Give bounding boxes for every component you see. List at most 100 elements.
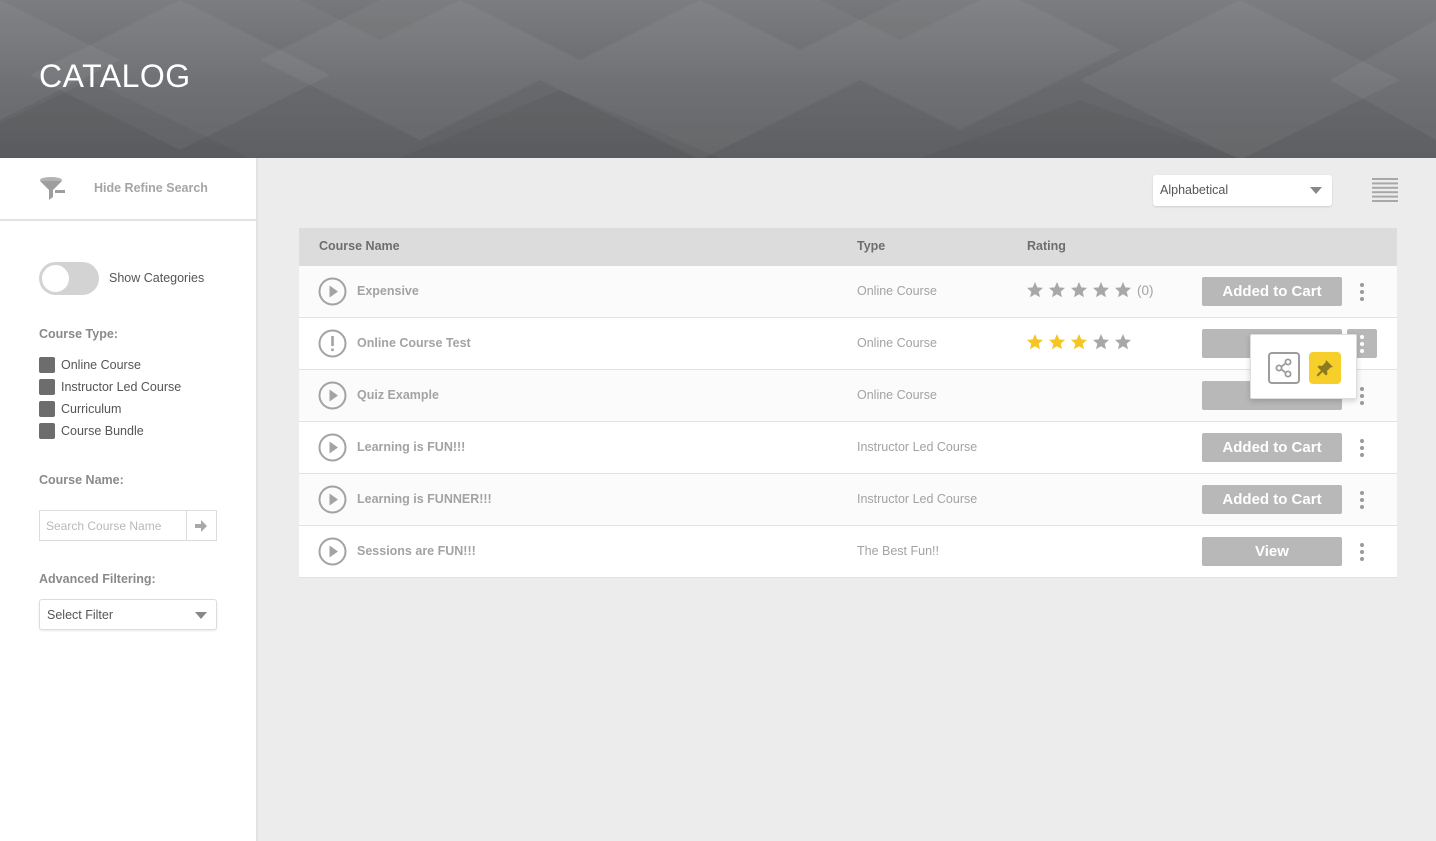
catalog-banner: CATALOG (0, 0, 1436, 158)
more-options-button[interactable] (1352, 433, 1372, 462)
dot (1360, 282, 1364, 287)
course-name[interactable]: Sessions are FUN!!! (357, 544, 476, 558)
checkbox-label: Instructor Led Course (61, 380, 182, 394)
dot (1360, 556, 1364, 561)
funnel-icon (40, 177, 65, 200)
column-type[interactable]: Type (857, 239, 885, 253)
share-button[interactable] (1268, 352, 1300, 384)
banner-diamond-pattern (0, 0, 1436, 158)
advanced-filtering-heading: Advanced Filtering: (39, 572, 156, 586)
dot (1360, 393, 1364, 398)
dot (1360, 549, 1364, 554)
filter-online-course[interactable]: Online Course (39, 357, 141, 373)
dot (1360, 452, 1364, 457)
pin-icon (1316, 360, 1333, 377)
chevron-down-icon (195, 612, 207, 619)
refine-search-label: Hide Refine Search (94, 181, 208, 195)
filter-instructor-led-course[interactable]: Instructor Led Course (39, 379, 181, 395)
row-action-button[interactable]: View (1202, 537, 1342, 566)
dot (1360, 386, 1364, 391)
more-options-button[interactable] (1352, 485, 1372, 514)
switch-knob (42, 265, 69, 292)
column-rating[interactable]: Rating (1027, 239, 1066, 253)
course-type: Online Course (857, 336, 937, 350)
select-filter-value: Select Filter (47, 608, 113, 622)
star-icon (1093, 282, 1109, 298)
filter-course-bundle[interactable]: Course Bundle (39, 423, 144, 439)
dot (1360, 497, 1364, 502)
course-name[interactable]: Online Course Test (357, 336, 471, 350)
sort-select[interactable]: Alphabetical (1153, 175, 1332, 206)
share-icon (1275, 358, 1292, 378)
checkbox[interactable] (39, 423, 55, 439)
table-header: Course Name Type Rating (299, 228, 1397, 266)
show-categories-switch[interactable] (39, 262, 99, 295)
search-submit-button[interactable] (186, 511, 216, 540)
star-rating (1026, 333, 1136, 351)
more-options-button[interactable] (1352, 277, 1372, 306)
table-row[interactable]: Quiz Example Online Course (299, 370, 1397, 422)
table-row[interactable]: Learning is FUN!!! Instructor Led Course A… (299, 422, 1397, 474)
star-icon (1093, 334, 1109, 350)
table-row[interactable]: Sessions are FUN!!! The Best Fun!! View (299, 526, 1397, 578)
dot (1360, 438, 1364, 443)
play-circle-icon[interactable] (318, 381, 347, 410)
checkbox[interactable] (39, 357, 55, 373)
show-categories-label: Show Categories (109, 271, 205, 285)
course-type: Instructor Led Course (857, 492, 978, 506)
column-course-name[interactable]: Course Name (319, 239, 400, 253)
row-actions-popover (1250, 334, 1357, 399)
play-circle-icon[interactable] (318, 433, 347, 462)
row-action-button[interactable]: Added to Cart (1202, 485, 1342, 514)
page-title: CATALOG (39, 58, 191, 94)
dot (1360, 289, 1364, 294)
search-course-name-input[interactable] (40, 511, 187, 540)
more-options-button[interactable] (1352, 537, 1372, 566)
rating-count: (0) (1137, 282, 1154, 298)
dot (1360, 400, 1364, 405)
play-circle-icon[interactable] (318, 277, 347, 306)
checkbox-label: Online Course (61, 358, 141, 372)
course-name[interactable]: Learning is FUN!!! (357, 440, 465, 454)
play-circle-icon[interactable] (318, 485, 347, 514)
dot (1360, 504, 1364, 509)
table-body: Expensive Online Course (0) Added to Cart On… (299, 266, 1397, 578)
play-circle-icon[interactable] (318, 537, 347, 566)
course-name[interactable]: Expensive (357, 284, 419, 298)
checkbox-label: Curriculum (61, 402, 122, 416)
pin-button[interactable] (1309, 352, 1341, 384)
course-name[interactable]: Quiz Example (357, 388, 439, 402)
course-type-heading: Course Type: (39, 327, 118, 341)
course-name-heading: Course Name: (39, 473, 124, 487)
advanced-filter-select[interactable]: Select Filter (39, 599, 217, 630)
star-icon (1027, 334, 1043, 350)
checkbox[interactable] (39, 379, 55, 395)
sort-value: Alphabetical (1160, 183, 1229, 197)
star-icon (1049, 334, 1065, 350)
star-icon (1071, 282, 1087, 298)
list-view-icon[interactable] (1372, 178, 1398, 202)
dot (1360, 348, 1364, 353)
course-type: The Best Fun!! (857, 544, 939, 558)
course-type: Instructor Led Course (857, 440, 978, 454)
course-name[interactable]: Learning is FUNNER!!! (357, 492, 492, 506)
arrow-right-icon (195, 519, 207, 532)
exclamation-circle-icon (318, 329, 347, 358)
row-action-button[interactable]: Added to Cart (1202, 277, 1342, 306)
dot (1360, 542, 1364, 547)
table-row[interactable]: Expensive Online Course (0) Added to Cart (299, 266, 1397, 318)
row-action-button[interactable]: Added to Cart (1202, 433, 1342, 462)
filter-curriculum[interactable]: Curriculum (39, 401, 121, 417)
dot (1360, 341, 1364, 346)
dot (1360, 490, 1364, 495)
checkbox[interactable] (39, 401, 55, 417)
refine-sidebar: Hide Refine Search Show Categories Cours… (0, 158, 258, 841)
table-row[interactable]: Learning is FUNNER!!! Instructor Led Cour… (299, 474, 1397, 526)
table-row[interactable]: Online Course TestOnline CourseR (299, 318, 1397, 370)
star-icon (1115, 334, 1131, 350)
chevron-down-icon (1310, 187, 1322, 194)
dot (1360, 445, 1364, 450)
course-type: Online Course (857, 284, 937, 298)
star-icon (1071, 334, 1087, 350)
hide-refine-search-toggle[interactable]: Hide Refine Search (0, 158, 256, 221)
